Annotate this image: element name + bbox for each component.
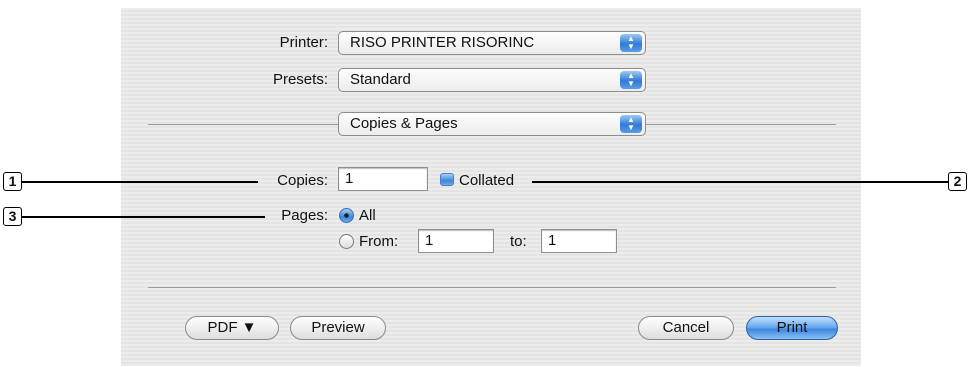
printer-popup[interactable]: RISO PRINTER RISORINC ▲ ▼	[338, 31, 646, 55]
presets-value: Standard	[350, 71, 411, 88]
pages-from-field[interactable]: 1	[418, 229, 494, 253]
printer-value: RISO PRINTER RISORINC	[350, 34, 535, 51]
separator-line	[148, 287, 836, 288]
separator-line	[148, 124, 338, 125]
pages-all-label: All	[359, 207, 376, 224]
collated-label: Collated	[459, 172, 515, 189]
collated-checkbox[interactable]	[440, 173, 454, 186]
callout-line-1	[22, 181, 258, 183]
print-button[interactable]: Print	[746, 316, 838, 340]
up-down-arrows-icon: ▲ ▼	[620, 34, 642, 52]
callout-line-3	[22, 216, 265, 218]
cancel-button[interactable]: Cancel	[638, 316, 734, 340]
callout-line-2	[532, 181, 948, 183]
callout-3: 3	[3, 207, 22, 226]
pages-from-radio[interactable]	[339, 234, 354, 249]
section-value: Copies & Pages	[350, 115, 458, 132]
preview-button[interactable]: Preview	[290, 316, 386, 340]
presets-popup[interactable]: Standard ▲ ▼	[338, 68, 646, 92]
section-popup[interactable]: Copies & Pages ▲ ▼	[338, 112, 646, 136]
pages-all-radio[interactable]	[339, 208, 354, 223]
separator-line	[646, 124, 836, 125]
printer-label: Printer:	[279, 34, 328, 51]
up-down-arrows-icon: ▲ ▼	[620, 115, 642, 133]
pdf-button[interactable]: PDF ▼	[185, 316, 279, 340]
callout-2: 2	[948, 172, 967, 191]
pages-from-label: From:	[359, 233, 399, 250]
copies-field[interactable]: 1	[338, 167, 428, 191]
pages-to-field[interactable]: 1	[541, 229, 617, 253]
pages-to-label: to:	[510, 233, 527, 250]
callout-1: 1	[3, 172, 22, 191]
up-down-arrows-icon: ▲ ▼	[620, 71, 642, 89]
presets-label: Presets:	[272, 71, 328, 88]
